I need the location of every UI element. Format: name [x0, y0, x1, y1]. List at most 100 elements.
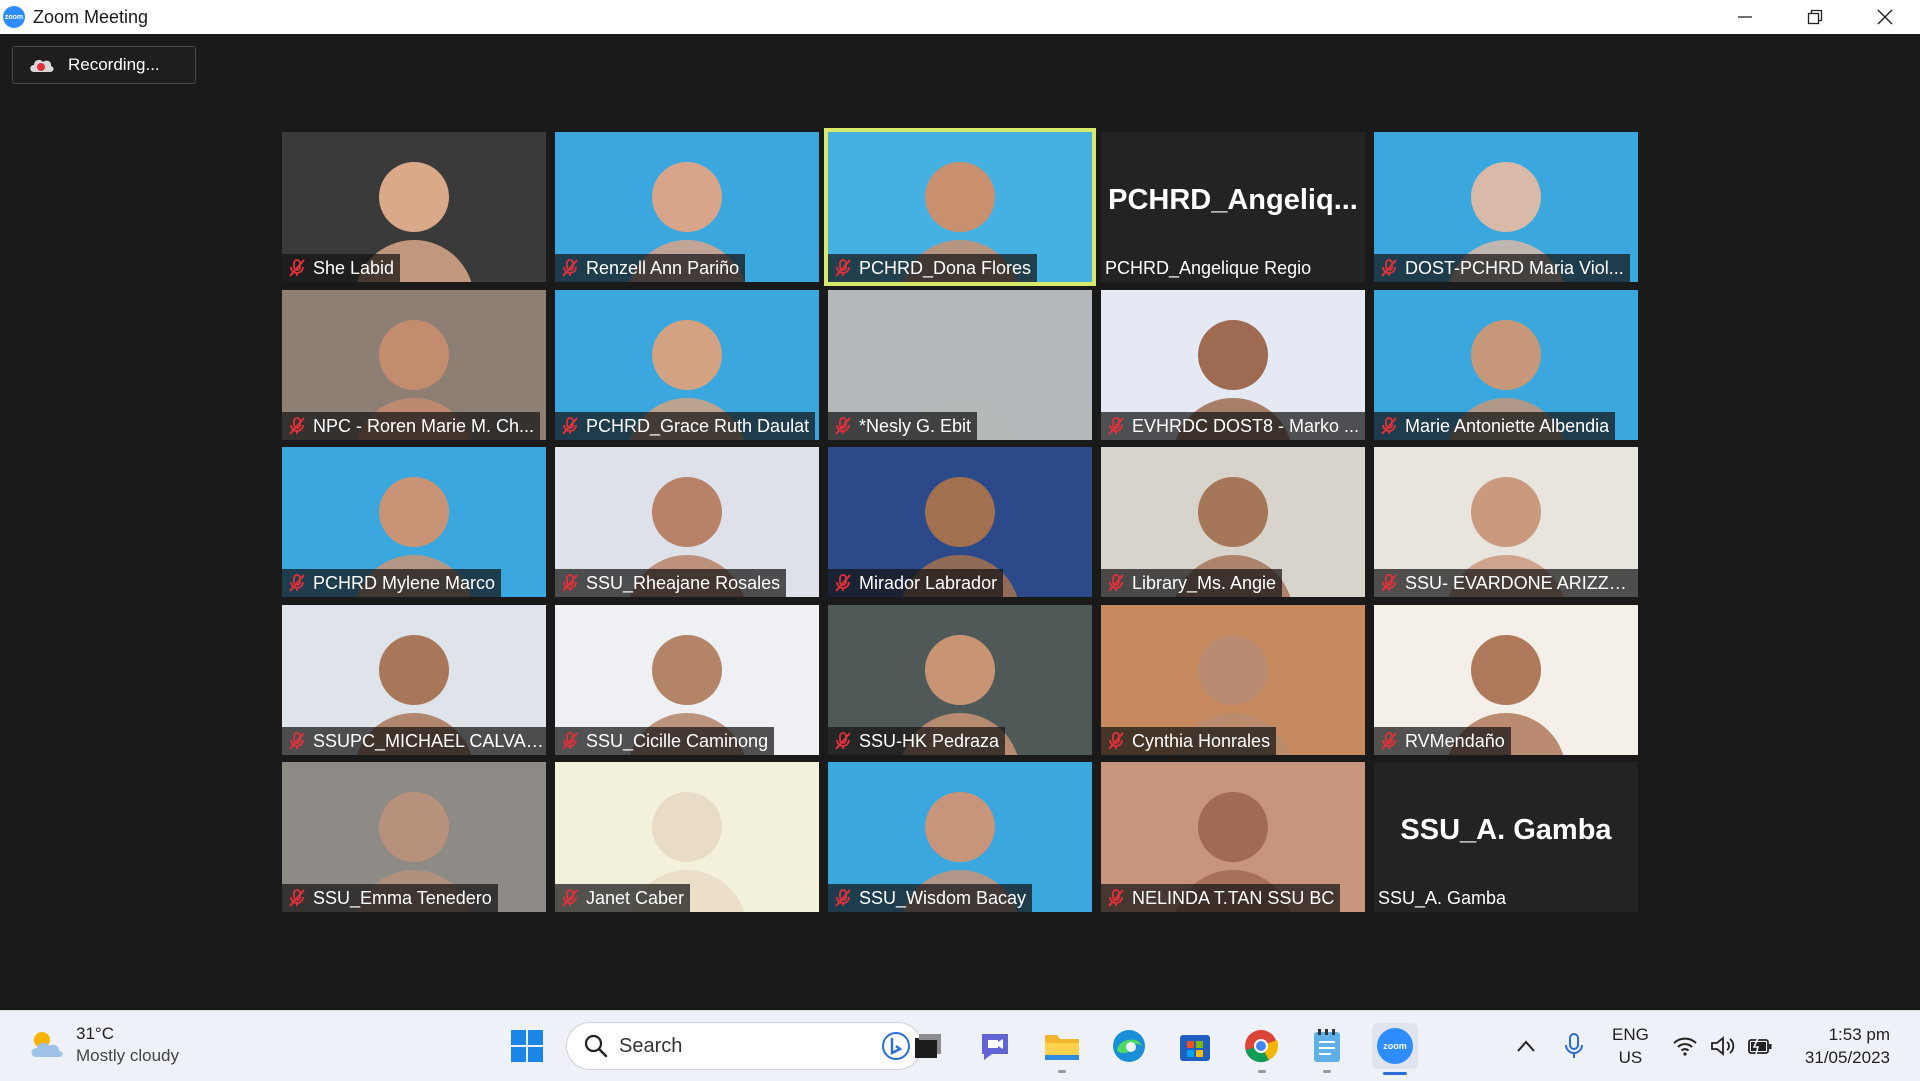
recording-label: Recording...	[68, 55, 160, 74]
participant-silhouette	[900, 477, 1020, 597]
muted-mic-icon	[559, 887, 581, 909]
participant-name-bar: She Labid	[282, 254, 401, 282]
participant-name-bar: NPC - Roren Marie M. Ch...	[282, 412, 541, 440]
participant-tile[interactable]: PCHRD_Grace Ruth Daulat	[555, 290, 819, 440]
participant-name-bar: SSU_Rheajane Rosales	[555, 569, 787, 597]
participant-tile[interactable]: Renzell Ann Pariño	[555, 132, 819, 282]
wifi-tray-button[interactable]	[1670, 1026, 1700, 1066]
minimize-button[interactable]	[1710, 0, 1780, 34]
participant-tile[interactable]: SSU-HK Pedraza	[828, 605, 1092, 755]
participant-name: Cynthia Honrales	[1132, 730, 1271, 751]
participant-name-bar: PCHRD Mylene Marco	[282, 569, 502, 597]
participant-silhouette	[1173, 635, 1293, 755]
participant-silhouette	[900, 792, 1020, 912]
participant-tile[interactable]: SSU_Rheajane Rosales	[555, 447, 819, 597]
muted-mic-icon	[832, 257, 854, 279]
participant-tile[interactable]: Mirador Labrador	[828, 447, 1092, 597]
participant-tile[interactable]: SSU_Cicille Caminong	[555, 605, 819, 755]
muted-mic-icon	[832, 415, 854, 437]
participant-silhouette	[627, 477, 747, 597]
participant-name: SSU_Cicille Caminong	[586, 730, 769, 751]
participant-display-name: PCHRD_Angeliq...	[1108, 184, 1358, 216]
system-clock[interactable]: 1:53 pm 31/05/2023	[1805, 1023, 1890, 1069]
participant-name: *Nesly G. Ebit	[859, 415, 972, 436]
participant-name-bar: *Nesly G. Ebit	[828, 412, 978, 440]
participant-name: She Labid	[313, 257, 395, 278]
task-view-button[interactable]	[908, 1026, 948, 1066]
close-icon	[1877, 9, 1893, 25]
muted-mic-icon	[286, 415, 308, 437]
video-grid: She Labid Renzell Ann Pariño PCHRD_Dona Fl…	[282, 128, 1638, 912]
participant-tile[interactable]: NPC - Roren Marie M. Ch...	[282, 290, 546, 440]
chrome-icon	[1245, 1030, 1279, 1063]
restore-button[interactable]	[1780, 0, 1850, 34]
search-icon	[584, 1034, 608, 1058]
teams-chat-button[interactable]	[975, 1026, 1015, 1066]
participant-name: SSU_Rheajane Rosales	[586, 572, 781, 593]
participant-name: NPC - Roren Marie M. Ch...	[313, 415, 535, 436]
participant-tile[interactable]: EVHRDC DOST8 - Marko ...	[1101, 290, 1365, 440]
participant-tile[interactable]: PCHRD_Angeliq... PCHRD_Angelique Regio	[1101, 132, 1365, 282]
battery-tray-button[interactable]	[1745, 1026, 1775, 1066]
participant-tile[interactable]: SSU_Emma Tenedero	[282, 762, 546, 912]
muted-mic-icon	[286, 257, 308, 279]
partly-cloudy-icon	[31, 1032, 63, 1057]
participant-name-bar: SSU_Cicille Caminong	[555, 727, 775, 755]
muted-mic-icon	[559, 730, 581, 752]
wifi-icon	[1673, 1037, 1697, 1056]
participant-name: Marie Antoniette Albendia	[1405, 415, 1610, 436]
participant-name: SSUPC_MICHAEL CALVAD...	[313, 730, 544, 751]
taskbar-search[interactable]: Search	[566, 1022, 922, 1070]
muted-mic-icon	[286, 887, 308, 909]
participant-silhouette	[1173, 320, 1293, 440]
weather-temperature: 31°C	[76, 1024, 114, 1043]
chrome-button[interactable]	[1241, 1026, 1281, 1066]
participant-tile[interactable]: She Labid	[282, 132, 546, 282]
participant-name: PCHRD_Dona Flores	[859, 257, 1032, 278]
participant-tile[interactable]: PCHRD_Dona Flores	[824, 128, 1096, 286]
participant-tile[interactable]: PCHRD Mylene Marco	[282, 447, 546, 597]
participant-silhouette	[1446, 320, 1566, 440]
window-title: Zoom Meeting	[33, 6, 149, 27]
recording-indicator[interactable]: Recording...	[12, 46, 196, 84]
participant-tile[interactable]: Library_Ms. Angie	[1101, 447, 1365, 597]
participant-tile[interactable]: Marie Antoniette Albendia	[1374, 290, 1638, 440]
start-button[interactable]	[507, 1026, 547, 1066]
muted-mic-icon	[559, 572, 581, 594]
participant-silhouette	[627, 162, 747, 282]
chat-icon	[982, 1034, 1008, 1060]
microsoft-store-button[interactable]	[1175, 1026, 1215, 1066]
language-indicator[interactable]: ENG US	[1612, 1023, 1649, 1069]
participant-name: Renzell Ann Pariño	[586, 257, 740, 278]
participant-tile[interactable]: SSU_Wisdom Bacay	[828, 762, 1092, 912]
participant-tile[interactable]: SSUPC_MICHAEL CALVAD...	[282, 605, 546, 755]
participant-tile[interactable]: *Nesly G. Ebit	[828, 290, 1092, 440]
weather-widget[interactable]: 31°C Mostly cloudy	[28, 1023, 179, 1067]
show-hidden-icons-button[interactable]	[1506, 1026, 1546, 1066]
microphone-tray-button[interactable]	[1554, 1026, 1594, 1066]
participant-tile[interactable]: RVMendaño	[1374, 605, 1638, 755]
zoom-taskbar-button[interactable]: zoom	[1372, 1023, 1418, 1069]
participant-tile[interactable]: SSU- EVARDONE ARIZZA ...	[1374, 447, 1638, 597]
edge-icon	[1113, 1030, 1145, 1062]
participant-name-bar: PCHRD_Grace Ruth Daulat	[555, 412, 816, 440]
participant-tile[interactable]: Janet Caber	[555, 762, 819, 912]
participant-tile[interactable]: SSU_A. Gamba SSU_A. Gamba	[1374, 762, 1638, 912]
chrome-running-indicator	[1258, 1070, 1266, 1073]
volume-tray-button[interactable]	[1708, 1026, 1738, 1066]
close-button[interactable]	[1850, 0, 1920, 34]
file-explorer-button[interactable]	[1042, 1026, 1082, 1066]
notepad-button[interactable]	[1307, 1026, 1347, 1066]
participant-silhouette	[627, 320, 747, 440]
participant-name-bar: Renzell Ann Pariño	[555, 254, 746, 282]
participant-silhouette	[1173, 792, 1293, 912]
participant-tile[interactable]: NELINDA T.TAN SSU BC	[1101, 762, 1365, 912]
participant-tile[interactable]: Cynthia Honrales	[1101, 605, 1365, 755]
participant-tile[interactable]: DOST-PCHRD Maria Viol...	[1374, 132, 1638, 282]
muted-mic-icon	[1378, 572, 1400, 594]
edge-browser-button[interactable]	[1109, 1026, 1149, 1066]
participant-name-bar: SSU_Emma Tenedero	[282, 884, 498, 912]
search-label: Search	[619, 1034, 683, 1057]
participant-name: RVMendaño	[1405, 730, 1505, 751]
participant-silhouette	[900, 162, 1020, 282]
